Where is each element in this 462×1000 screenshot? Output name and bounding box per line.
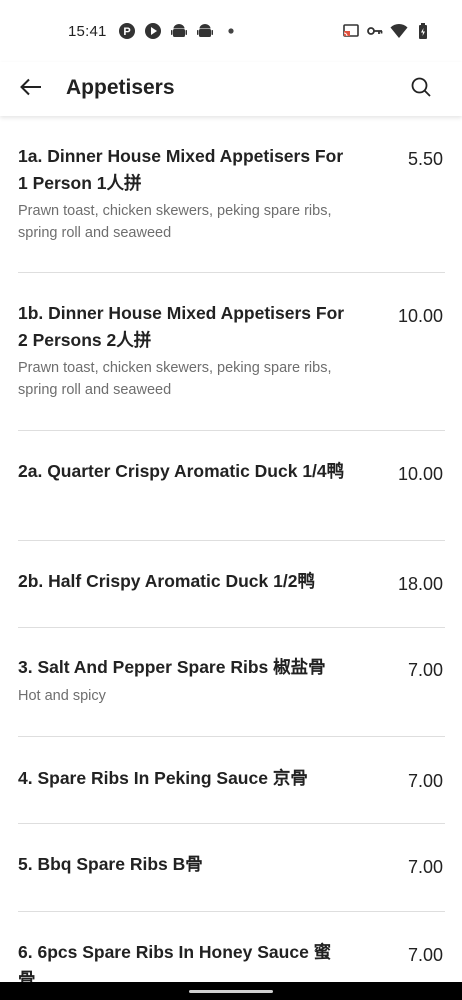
battery-icon <box>414 22 432 40</box>
menu-item[interactable]: 4. Spare Ribs In Peking Sauce 京骨 7.00 <box>18 737 445 824</box>
item-name: 3. Salt And Pepper Spare Ribs 椒盐骨 <box>18 657 326 677</box>
menu-item[interactable]: 1b. Dinner House Mixed Appetisers For 2 … <box>18 273 445 431</box>
menu-item[interactable]: 1a. Dinner House Mixed Appetisers For 1 … <box>18 116 445 273</box>
play-badge-icon <box>144 22 162 40</box>
item-price: 5.50 <box>407 149 443 169</box>
menu-item[interactable]: 3. Salt And Pepper Spare Ribs 椒盐骨 7.00 H… <box>18 628 445 737</box>
menu-item[interactable]: 2a. Quarter Crispy Aromatic Duck 1/4鸭 10… <box>18 431 445 541</box>
navigation-bar <box>0 982 462 1000</box>
search-icon <box>410 76 432 103</box>
item-name: 2b. Half Crispy Aromatic Duck 1/2鸭 <box>18 571 315 591</box>
notification-icons: P <box>118 22 240 40</box>
system-icons <box>342 22 432 40</box>
status-time: 15:41 <box>68 23 107 40</box>
home-gesture-handle[interactable] <box>189 990 273 993</box>
item-price: 7.00 <box>407 660 443 680</box>
android-icon <box>196 22 214 40</box>
item-price: 10.00 <box>397 464 443 484</box>
item-name: 2a. Quarter Crispy Aromatic Duck 1/4鸭 <box>18 461 345 481</box>
item-name: 1b. Dinner House Mixed Appetisers For 2 … <box>18 303 345 350</box>
item-price: 10.00 <box>397 306 443 326</box>
item-description: Prawn toast, chicken skewers, peking spa… <box>18 360 332 398</box>
svg-text:P: P <box>123 26 130 38</box>
dot-icon <box>222 22 240 40</box>
status-bar: 15:41 P <box>0 0 462 62</box>
search-button[interactable] <box>406 74 436 104</box>
item-name: 5. Bbq Spare Ribs B骨 <box>18 854 203 874</box>
arrow-left-icon <box>19 75 43 104</box>
menu-item[interactable]: 6. 6pcs Spare Ribs In Honey Sauce 蜜骨 7.0… <box>18 912 445 982</box>
item-description: Prawn toast, chicken skewers, peking spa… <box>18 203 332 241</box>
item-description: Hot and spicy <box>18 688 106 704</box>
android-icon <box>170 22 188 40</box>
item-price: 7.00 <box>407 857 443 877</box>
menu-item[interactable]: 2b. Half Crispy Aromatic Duck 1/2鸭 18.00 <box>18 541 445 628</box>
cast-icon <box>342 22 360 40</box>
key-icon <box>366 22 384 40</box>
app-bar: Appetisers <box>0 62 462 116</box>
p-badge-icon: P <box>118 22 136 40</box>
item-price: 7.00 <box>407 771 443 791</box>
item-price: 18.00 <box>397 574 443 594</box>
item-name: 1a. Dinner House Mixed Appetisers For 1 … <box>18 146 344 193</box>
item-name: 6. 6pcs Spare Ribs In Honey Sauce 蜜骨 <box>18 942 332 982</box>
menu-item[interactable]: 5. Bbq Spare Ribs B骨 7.00 <box>18 824 445 912</box>
page-title: Appetisers <box>66 76 175 99</box>
back-button[interactable] <box>16 74 46 104</box>
wifi-icon <box>390 22 408 40</box>
item-price: 7.00 <box>407 945 443 965</box>
menu-list: 1a. Dinner House Mixed Appetisers For 1 … <box>0 116 462 982</box>
item-name: 4. Spare Ribs In Peking Sauce 京骨 <box>18 768 308 788</box>
